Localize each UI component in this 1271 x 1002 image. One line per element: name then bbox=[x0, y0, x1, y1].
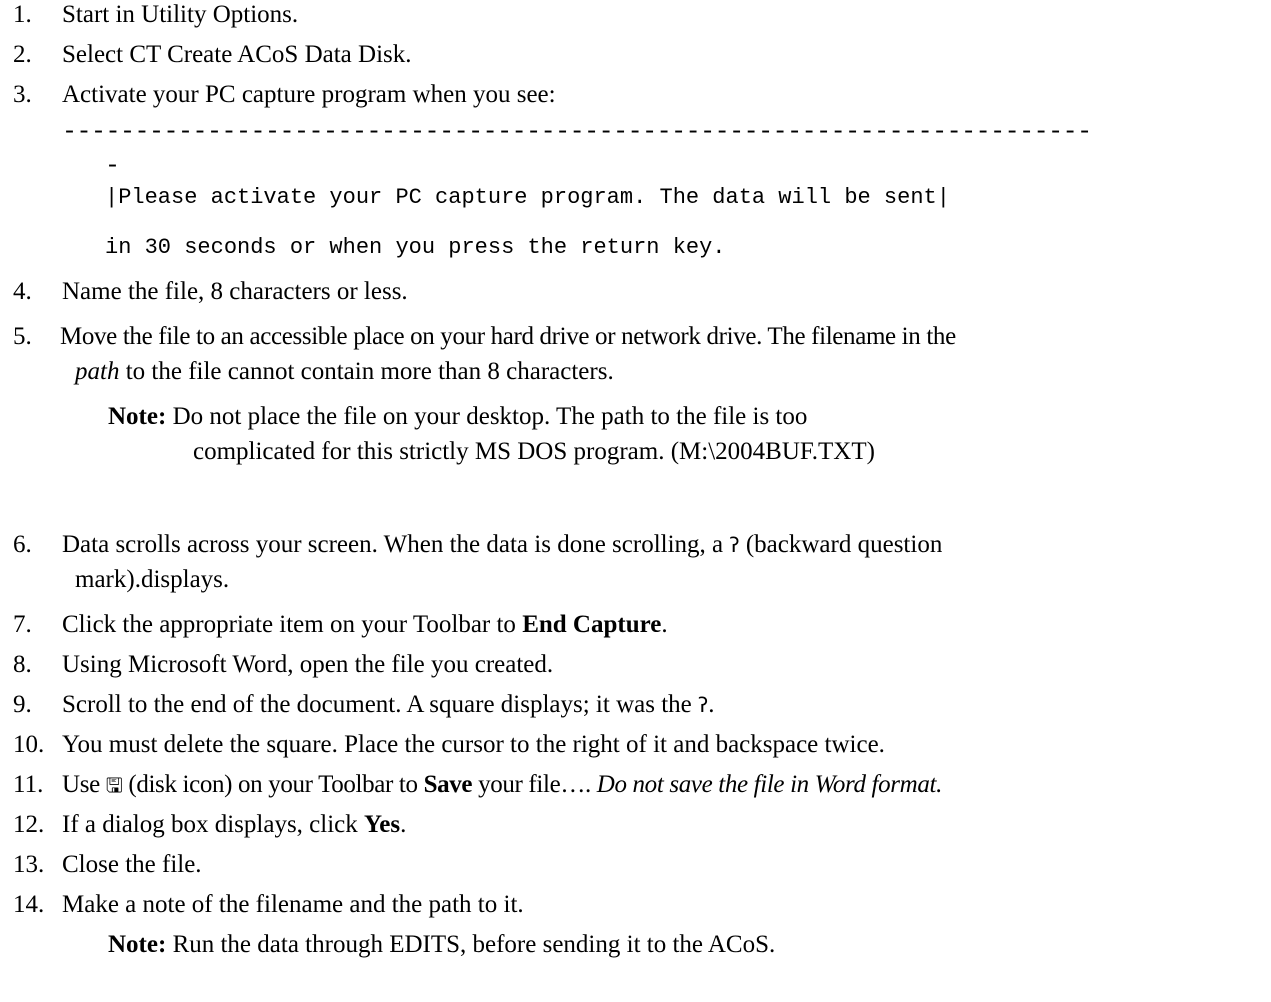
step-number: 12. bbox=[13, 811, 45, 838]
note: Note: Do not place the file on your desk… bbox=[108, 402, 807, 432]
note-text-continued: complicated for this strictly MS DOS pro… bbox=[193, 438, 875, 465]
terminal-dash-wrap: - bbox=[105, 151, 121, 180]
backward-question-mark-icon: ʔ bbox=[698, 693, 709, 717]
step-text-continued: path to the file cannot contain more tha… bbox=[75, 357, 614, 387]
step-number: 4. bbox=[13, 278, 32, 305]
terminal-message-line: in 30 seconds or when you press the retu… bbox=[105, 235, 726, 260]
step-text: Start in Utility Options. bbox=[62, 1, 299, 28]
disk-icon: 🖫 bbox=[105, 773, 123, 797]
step-text: to the file cannot contain more than 8 c… bbox=[119, 358, 614, 385]
step-number: 1. bbox=[13, 1, 32, 28]
step-number: 6. bbox=[13, 531, 32, 558]
step-text: You must delete the square. Place the cu… bbox=[62, 731, 885, 758]
emphasis-text: path bbox=[75, 358, 120, 385]
terminal-dash-rule: ----------------------------------------… bbox=[62, 117, 1092, 146]
bold-term: Save bbox=[423, 771, 473, 798]
step-number: 9. bbox=[13, 691, 32, 718]
step-text: Scroll to the end of the document. A squ… bbox=[62, 691, 715, 718]
note: Note: Run the data through EDITS, before… bbox=[108, 930, 775, 960]
note-text: Run the data through EDITS, before sendi… bbox=[166, 931, 776, 958]
step-number: 13. bbox=[13, 851, 45, 878]
step-number: 5. bbox=[13, 323, 32, 350]
step-text: Select CT Create ACoS Data Disk. bbox=[62, 41, 412, 68]
step-text: Make a note of the filename and the path… bbox=[62, 891, 524, 918]
step-text: Close the file. bbox=[62, 851, 202, 878]
step-text-continued: mark).displays. bbox=[75, 566, 230, 593]
emphasis-text: Do not save the file in Word format. bbox=[596, 771, 943, 798]
note-label: Note: bbox=[108, 403, 167, 430]
backward-question-mark-icon: ʔ bbox=[729, 533, 740, 557]
bold-term: End Capture bbox=[522, 611, 662, 638]
step-text: Data scrolls across your screen. When th… bbox=[62, 531, 943, 558]
step-number: 8. bbox=[13, 651, 32, 678]
step-text: Use 🖫 (disk icon) on your Toolbar to Sav… bbox=[62, 771, 943, 798]
step-text: Move the file to an accessible place on … bbox=[60, 323, 956, 350]
terminal-message-line: |Please activate your PC capture program… bbox=[105, 185, 950, 210]
step-number: 2. bbox=[13, 41, 32, 68]
step-text: Name the file, 8 characters or less. bbox=[62, 278, 408, 305]
step-number: 14. bbox=[13, 891, 45, 918]
bold-term: Yes bbox=[364, 811, 401, 838]
step-number: 10. bbox=[13, 731, 45, 758]
step-text: If a dialog box displays, click Yes. bbox=[62, 811, 407, 838]
step-text: Activate your PC capture program when yo… bbox=[62, 81, 556, 108]
note-label: Note: bbox=[108, 931, 167, 958]
step-number: 3. bbox=[13, 81, 32, 108]
step-text: Using Microsoft Word, open the file you … bbox=[62, 651, 554, 678]
note-text: Do not place the file on your desktop. T… bbox=[166, 403, 808, 430]
step-number: 11. bbox=[13, 771, 44, 798]
step-text: Click the appropriate item on your Toolb… bbox=[62, 611, 668, 638]
step-number: 7. bbox=[13, 611, 32, 638]
